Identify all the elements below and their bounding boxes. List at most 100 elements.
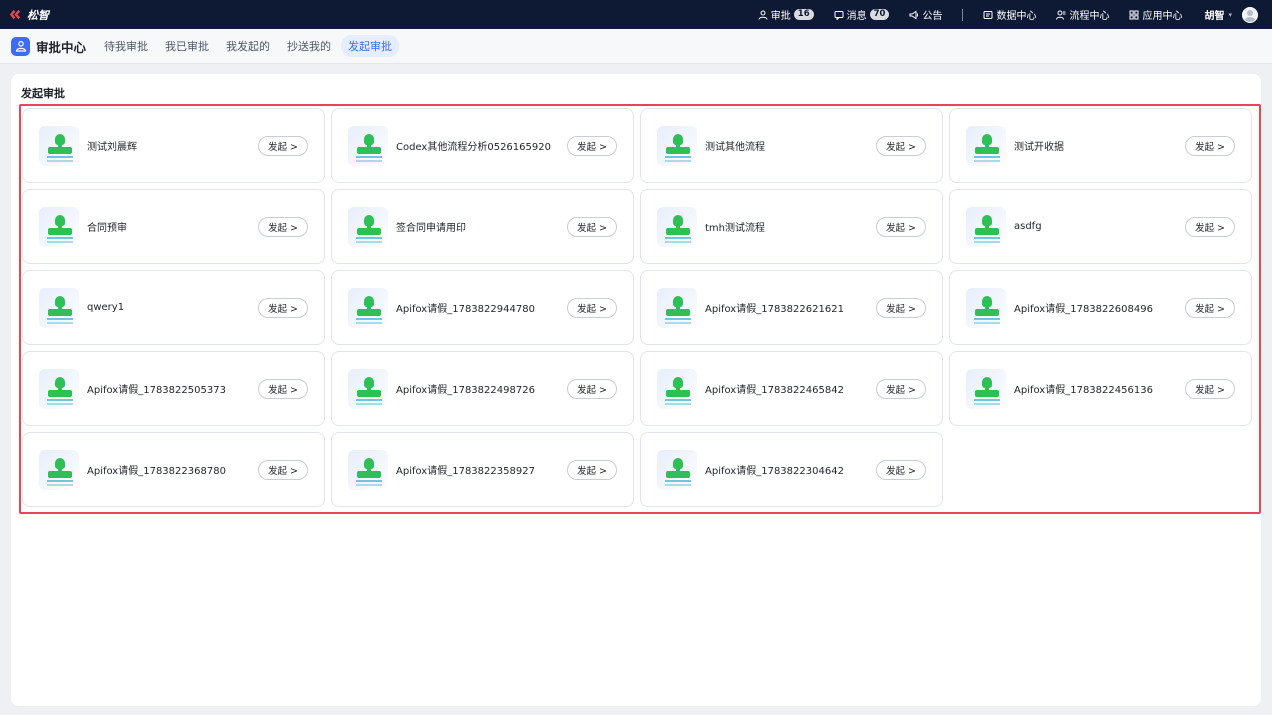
user-icon bbox=[758, 10, 768, 20]
brand-mark-icon bbox=[9, 9, 21, 20]
apps-icon bbox=[1129, 10, 1139, 20]
template-name: 合同预审 bbox=[87, 223, 127, 234]
stamp-icon bbox=[39, 449, 79, 490]
top-nav: 审批 16 消息 70 公告 数据中心 流程中心 应用中心 胡智 ▾ bbox=[738, 0, 1264, 29]
launch-button[interactable]: 发起 > bbox=[258, 216, 308, 237]
launch-button[interactable]: 发起 > bbox=[567, 459, 617, 480]
tab-pending-approval[interactable]: 待我审批 bbox=[97, 35, 155, 57]
nav-approval[interactable]: 审批 16 bbox=[758, 7, 814, 22]
approval-template-card[interactable]: qwery1 发起 > bbox=[22, 270, 325, 345]
launch-button[interactable]: 发起 > bbox=[258, 459, 308, 480]
template-name: 签合同申请用印 bbox=[396, 223, 466, 234]
nav-announcements-label: 公告 bbox=[922, 11, 943, 22]
approval-count-badge: 16 bbox=[793, 9, 814, 20]
approval-template-card[interactable]: Apifox请假_1783822368780 发起 > bbox=[22, 432, 325, 507]
approval-template-card[interactable]: Codex其他流程分析0526165920 发起 > bbox=[331, 108, 634, 183]
launch-button[interactable]: 发起 > bbox=[258, 297, 308, 318]
launch-button[interactable]: 发起 > bbox=[876, 459, 926, 480]
stamp-icon bbox=[39, 206, 79, 247]
approval-template-grid: 测试刘晨辉 发起 > Codex其他流程分析0526165920 发起 > 测试其他流程… bbox=[22, 108, 1252, 507]
launch-button[interactable]: 发起 > bbox=[876, 378, 926, 399]
stamp-icon bbox=[39, 287, 79, 328]
stamp-icon bbox=[348, 449, 388, 490]
brand-logo[interactable]: 松智 bbox=[8, 7, 49, 23]
approval-template-card[interactable]: Apifox请假_1783822465842 发起 > bbox=[640, 351, 943, 426]
template-name: tmh测试流程 bbox=[705, 223, 765, 234]
approval-template-card[interactable]: Apifox请假_1783822608496 发起 > bbox=[949, 270, 1252, 345]
avatar[interactable] bbox=[1242, 6, 1258, 23]
section-title: 发起审批 bbox=[21, 87, 65, 100]
database-icon bbox=[983, 10, 993, 19]
template-name: 测试开收据 bbox=[1014, 142, 1064, 153]
stamp-icon bbox=[657, 287, 697, 328]
nav-approval-label: 审批 bbox=[770, 11, 791, 22]
launch-button[interactable]: 发起 > bbox=[1185, 135, 1235, 156]
nav-data-center[interactable]: 数据中心 bbox=[983, 7, 1036, 22]
template-name: Apifox请假_1783822608496 bbox=[1014, 304, 1153, 315]
user-menu[interactable]: 胡智 ▾ bbox=[1204, 7, 1232, 23]
nav-messages[interactable]: 消息 70 bbox=[834, 7, 890, 22]
stamp-icon bbox=[348, 287, 388, 328]
template-name: 测试刘晨辉 bbox=[87, 142, 137, 153]
approval-template-card[interactable]: Apifox请假_1783822456136 发起 > bbox=[949, 351, 1252, 426]
nav-announcements[interactable]: 公告 bbox=[909, 7, 942, 22]
tab-initiated[interactable]: 我发起的 bbox=[219, 35, 277, 57]
launch-button[interactable]: 发起 > bbox=[258, 378, 308, 399]
nav-app-center[interactable]: 应用中心 bbox=[1129, 7, 1182, 22]
approval-template-card[interactable]: 测试其他流程 发起 > bbox=[640, 108, 943, 183]
template-name: Apifox请假_1783822621621 bbox=[705, 304, 844, 315]
flow-icon bbox=[1056, 10, 1066, 20]
template-name: Apifox请假_1783822358927 bbox=[396, 466, 535, 477]
approval-template-card[interactable]: Apifox请假_1783822944780 发起 > bbox=[331, 270, 634, 345]
stamp-icon bbox=[39, 125, 79, 166]
tab-start-approval[interactable]: 发起审批 bbox=[341, 35, 400, 57]
megaphone-icon bbox=[909, 10, 919, 19]
stamp-icon bbox=[348, 206, 388, 247]
approval-template-card[interactable]: Apifox请假_1783822505373 发起 > bbox=[22, 351, 325, 426]
approval-template-card[interactable]: asdfg 发起 > bbox=[949, 189, 1252, 264]
launch-button[interactable]: 发起 > bbox=[567, 297, 617, 318]
stamp-icon bbox=[966, 368, 1006, 409]
approval-template-card[interactable]: 签合同申请用印 发起 > bbox=[331, 189, 634, 264]
approval-template-card[interactable]: Apifox请假_1783822498726 发起 > bbox=[331, 351, 634, 426]
launch-button[interactable]: 发起 > bbox=[1185, 216, 1235, 237]
approval-template-card[interactable]: Apifox请假_1783822358927 发起 > bbox=[331, 432, 634, 507]
launch-button[interactable]: 发起 > bbox=[1185, 297, 1235, 318]
launch-button[interactable]: 发起 > bbox=[567, 378, 617, 399]
launch-button[interactable]: 发起 > bbox=[567, 216, 617, 237]
template-name: Apifox请假_1783822304642 bbox=[705, 466, 844, 477]
launch-button[interactable]: 发起 > bbox=[876, 297, 926, 318]
messages-count-badge: 70 bbox=[869, 9, 890, 20]
brand-name: 松智 bbox=[27, 8, 49, 22]
stamp-icon bbox=[966, 287, 1006, 328]
nav-flow-center[interactable]: 流程中心 bbox=[1056, 7, 1109, 22]
approval-template-card[interactable]: 合同预审 发起 > bbox=[22, 189, 325, 264]
template-name: qwery1 bbox=[87, 302, 125, 313]
approval-template-card[interactable]: Apifox请假_1783822621621 发起 > bbox=[640, 270, 943, 345]
module-title: 审批中心 bbox=[36, 39, 87, 55]
template-name: Apifox请假_1783822465842 bbox=[705, 385, 844, 396]
main-panel: 发起审批 测试刘晨辉 发起 > Codex其他流程分析0526165920 发起 > 测… bbox=[11, 74, 1261, 706]
tab-approved[interactable]: 我已审批 bbox=[158, 35, 216, 57]
launch-button[interactable]: 发起 > bbox=[876, 216, 926, 237]
stamp-icon bbox=[657, 449, 697, 490]
launch-button[interactable]: 发起 > bbox=[258, 135, 308, 156]
launch-button[interactable]: 发起 > bbox=[567, 135, 617, 156]
launch-button[interactable]: 发起 > bbox=[1185, 378, 1235, 399]
stamp-icon bbox=[657, 368, 697, 409]
user-name: 胡智 bbox=[1204, 11, 1225, 22]
sub-nav: 审批中心 待我审批 我已审批 我发起的 抄送我的 发起审批 bbox=[0, 29, 1272, 64]
approval-template-card[interactable]: Apifox请假_1783822304642 发起 > bbox=[640, 432, 943, 507]
approval-template-card[interactable]: tmh测试流程 发起 > bbox=[640, 189, 943, 264]
approval-template-card[interactable]: 测试开收据 发起 > bbox=[949, 108, 1252, 183]
template-name: asdfg bbox=[1014, 221, 1042, 232]
launch-button[interactable]: 发起 > bbox=[876, 135, 926, 156]
template-name: Apifox请假_1783822456136 bbox=[1014, 385, 1153, 396]
message-icon bbox=[834, 10, 844, 20]
chevron-down-icon: ▾ bbox=[1228, 10, 1232, 19]
top-bar: 松智 审批 16 消息 70 公告 数据中心 流程中心 应用中心 胡智 ▾ bbox=[0, 0, 1272, 29]
template-name: Apifox请假_1783822944780 bbox=[396, 304, 535, 315]
tab-cc-me[interactable]: 抄送我的 bbox=[280, 35, 338, 57]
approval-template-card[interactable]: 测试刘晨辉 发起 > bbox=[22, 108, 325, 183]
divider bbox=[962, 8, 964, 21]
